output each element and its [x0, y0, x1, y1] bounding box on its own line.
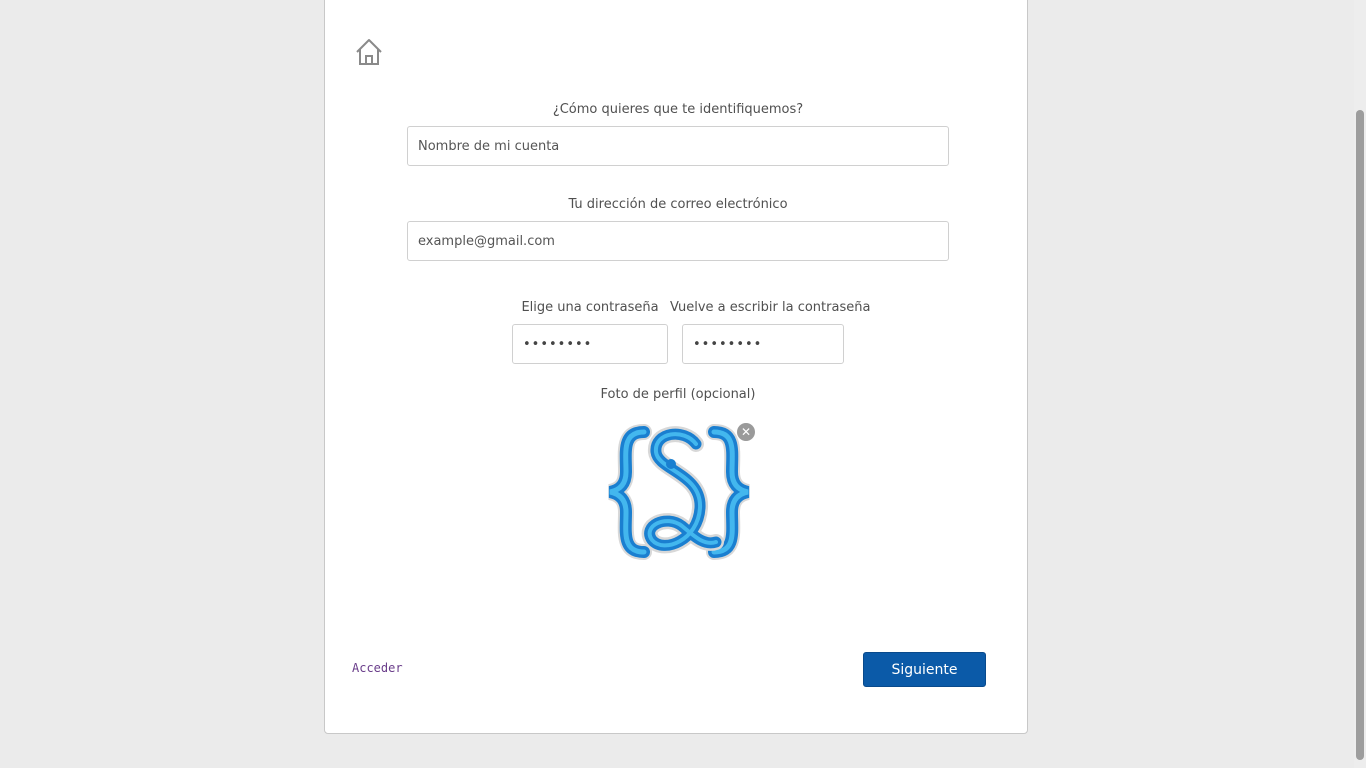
photo-label: Foto de perfil (opcional): [600, 387, 756, 402]
confirm-password-input[interactable]: ••••••••: [682, 324, 844, 364]
profile-photo[interactable]: [604, 422, 754, 564]
password-label: Elige una contraseña: [521, 300, 659, 315]
confirm-password-label: Vuelve a escribir la contraseña: [670, 300, 871, 315]
signup-card: ¿Cómo quieres que te identifiquemos? Tu …: [324, 0, 1028, 734]
password-input[interactable]: ••••••••: [512, 324, 668, 364]
login-link[interactable]: Acceder: [352, 661, 403, 675]
account-name-input[interactable]: [407, 126, 949, 166]
next-button[interactable]: Siguiente: [863, 652, 986, 687]
email-input[interactable]: [407, 221, 949, 261]
scrollbar-thumb[interactable]: [1356, 110, 1364, 760]
email-label: Tu dirección de correo electrónico: [568, 197, 788, 212]
remove-photo-icon[interactable]: ✕: [737, 423, 755, 441]
page-scrollbar[interactable]: [1354, 0, 1366, 768]
home-icon[interactable]: [354, 37, 384, 67]
name-label: ¿Cómo quieres que te identifiquemos?: [552, 102, 804, 117]
